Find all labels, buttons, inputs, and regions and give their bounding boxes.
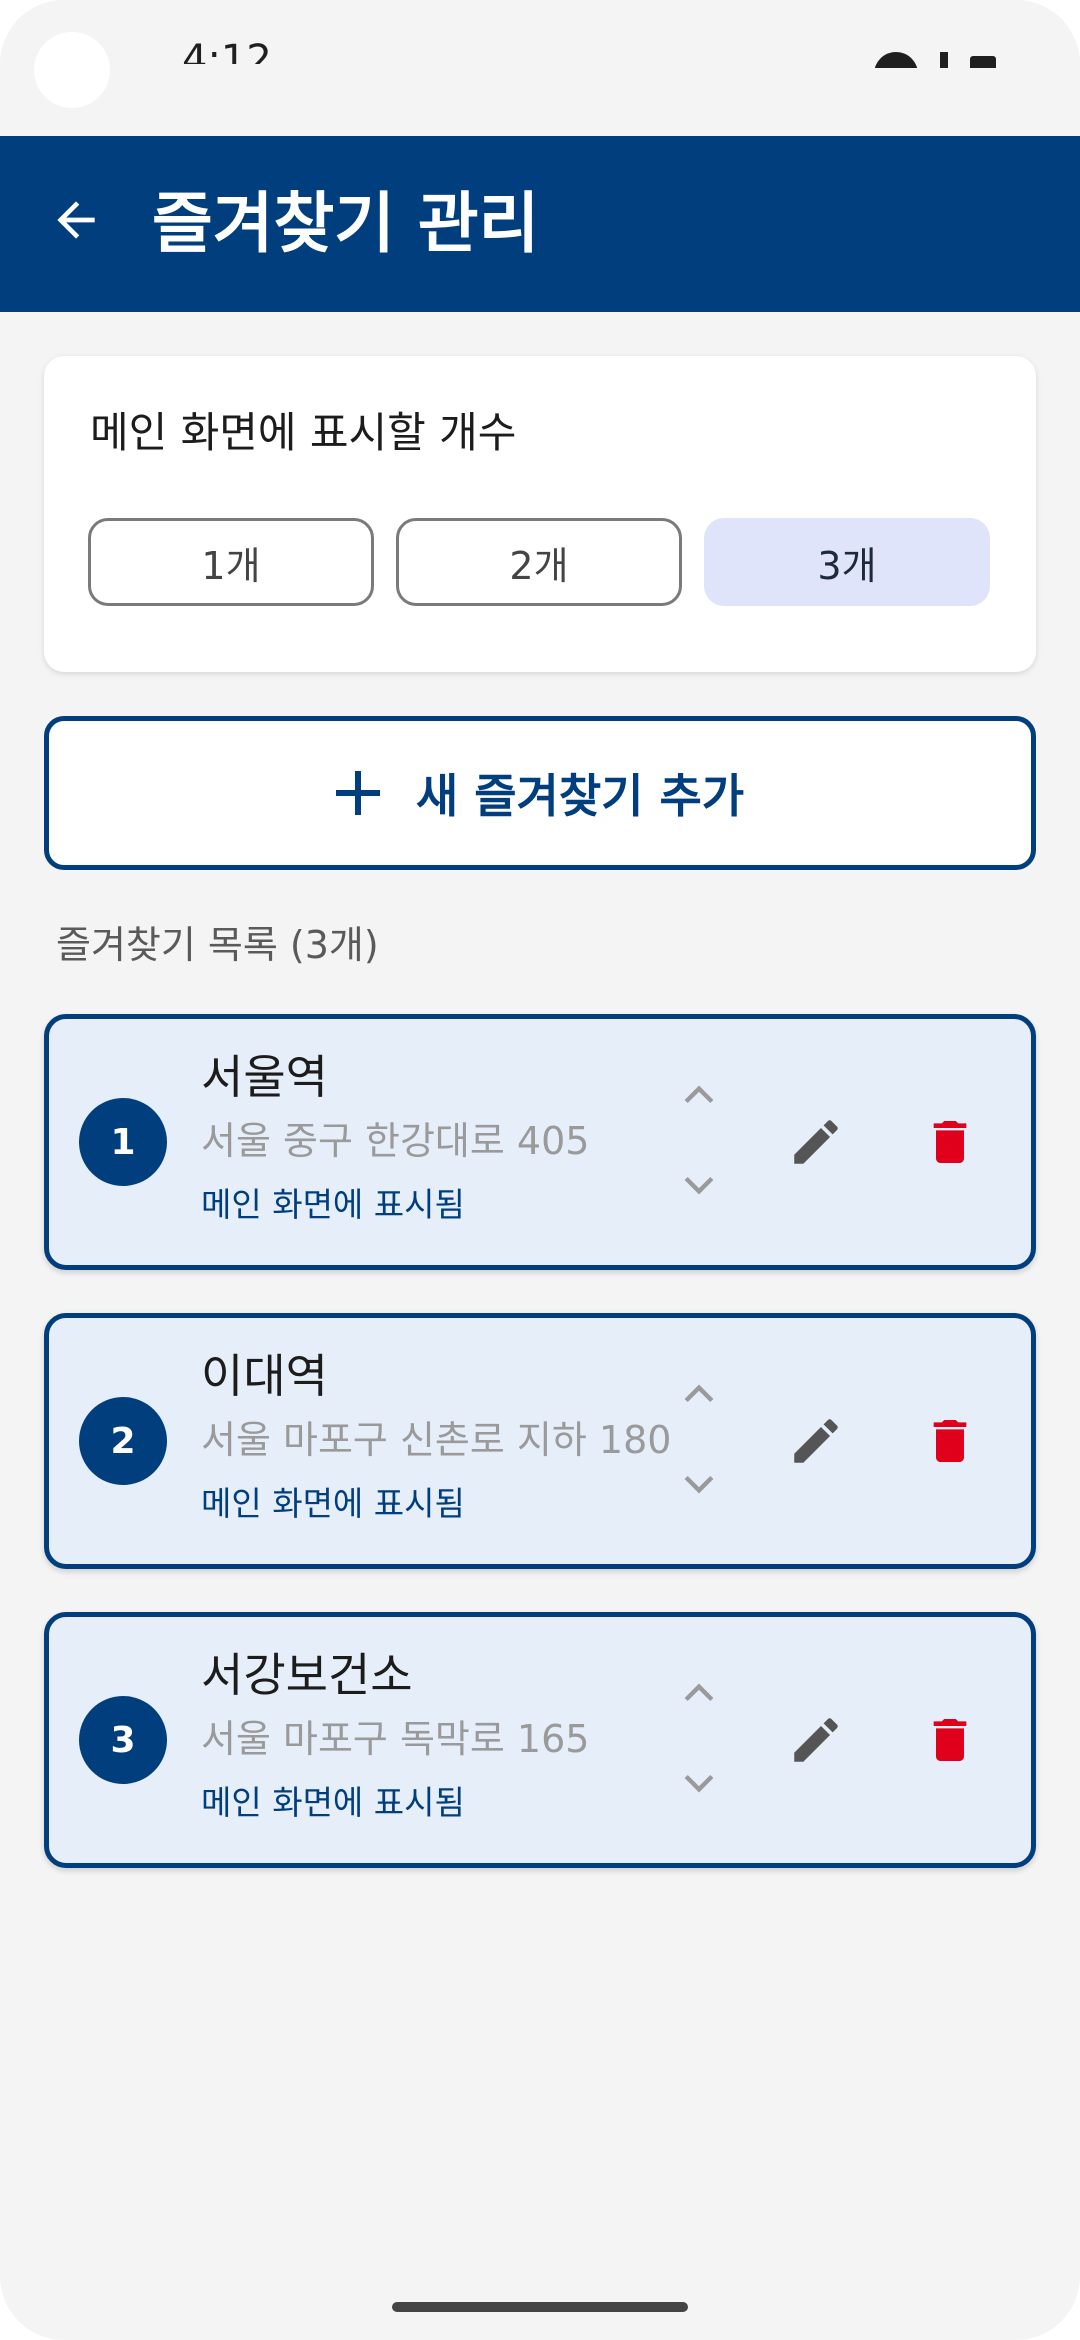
app-screen: 4:12 즐겨찾기 관리 메인 화면에 표시할 개수 1개 2개 3개 새 즐겨… [0,0,1080,2340]
chevron-down-icon [684,1774,714,1793]
favorite-display-status: 메인 화면에 표시됨 [201,1185,465,1224]
arrow-left-icon [57,201,95,239]
status-time: 4:12 [182,40,272,64]
plus-icon [335,771,380,815]
status-icons [874,52,1004,68]
chevron-up-icon [684,1085,714,1104]
move-down-button[interactable] [669,1757,729,1807]
pencil-icon [794,1419,838,1463]
edit-button[interactable] [773,1398,859,1484]
trash-icon [933,1719,967,1761]
favorite-display-status: 메인 화면에 표시됨 [201,1783,465,1822]
favorite-address: 서울 마포구 독막로 165 [201,1717,590,1761]
delete-button[interactable] [907,1099,993,1185]
move-down-button[interactable] [669,1458,729,1508]
favorite-number-badge: 3 [79,1696,167,1784]
count-option-3[interactable]: 3개 [704,518,990,606]
add-favorite-button[interactable]: 새 즐겨찾기 추가 [44,716,1036,870]
page-title: 즐겨찾기 관리 [152,185,540,262]
chevron-up-icon [684,1384,714,1403]
count-option-2[interactable]: 2개 [396,518,682,606]
trash-icon [933,1420,967,1462]
favorite-display-status: 메인 화면에 표시됨 [201,1484,465,1523]
favorite-name: 서강보건소 [201,1648,413,1702]
move-up-button[interactable] [669,1370,729,1420]
delete-button[interactable] [907,1697,993,1783]
pencil-icon [794,1718,838,1762]
battery-icon [970,56,996,68]
trash-icon [933,1121,967,1163]
favorite-number-badge: 1 [79,1098,167,1186]
favorite-address: 서울 중구 한강대로 405 [201,1119,590,1163]
camera-cutout [34,32,110,108]
add-favorite-label: 새 즐겨찾기 추가 [415,769,745,823]
wifi-icon [874,52,918,68]
edit-button[interactable] [773,1697,859,1783]
count-option-1[interactable]: 1개 [88,518,374,606]
move-up-button[interactable] [669,1071,729,1121]
favorites-list-header: 즐겨찾기 목록 (3개) [56,923,379,967]
chevron-down-icon [684,1176,714,1195]
favorite-name: 이대역 [201,1349,328,1403]
favorite-card[interactable]: 2 이대역 서울 마포구 신촌로 지하 180 메인 화면에 표시됨 [44,1313,1036,1569]
chevron-up-icon [684,1683,714,1702]
display-count-card: 메인 화면에 표시할 개수 1개 2개 3개 [44,356,1036,672]
signal-icon [940,52,948,68]
favorite-address: 서울 마포구 신촌로 지하 180 [201,1418,672,1462]
favorite-number-badge: 2 [79,1397,167,1485]
favorite-card[interactable]: 1 서울역 서울 중구 한강대로 405 메인 화면에 표시됨 [44,1014,1036,1270]
display-count-title: 메인 화면에 표시할 개수 [90,408,517,457]
favorite-card[interactable]: 3 서강보건소 서울 마포구 독막로 165 메인 화면에 표시됨 [44,1612,1036,1868]
favorite-name: 서울역 [201,1050,328,1104]
move-up-button[interactable] [669,1669,729,1719]
edit-button[interactable] [773,1099,859,1185]
move-down-button[interactable] [669,1159,729,1209]
status-bar: 4:12 [0,0,1080,136]
home-gesture-bar[interactable] [392,2302,688,2312]
back-button[interactable] [34,178,118,262]
delete-button[interactable] [907,1398,993,1484]
pencil-icon [794,1120,838,1164]
chevron-down-icon [684,1475,714,1494]
